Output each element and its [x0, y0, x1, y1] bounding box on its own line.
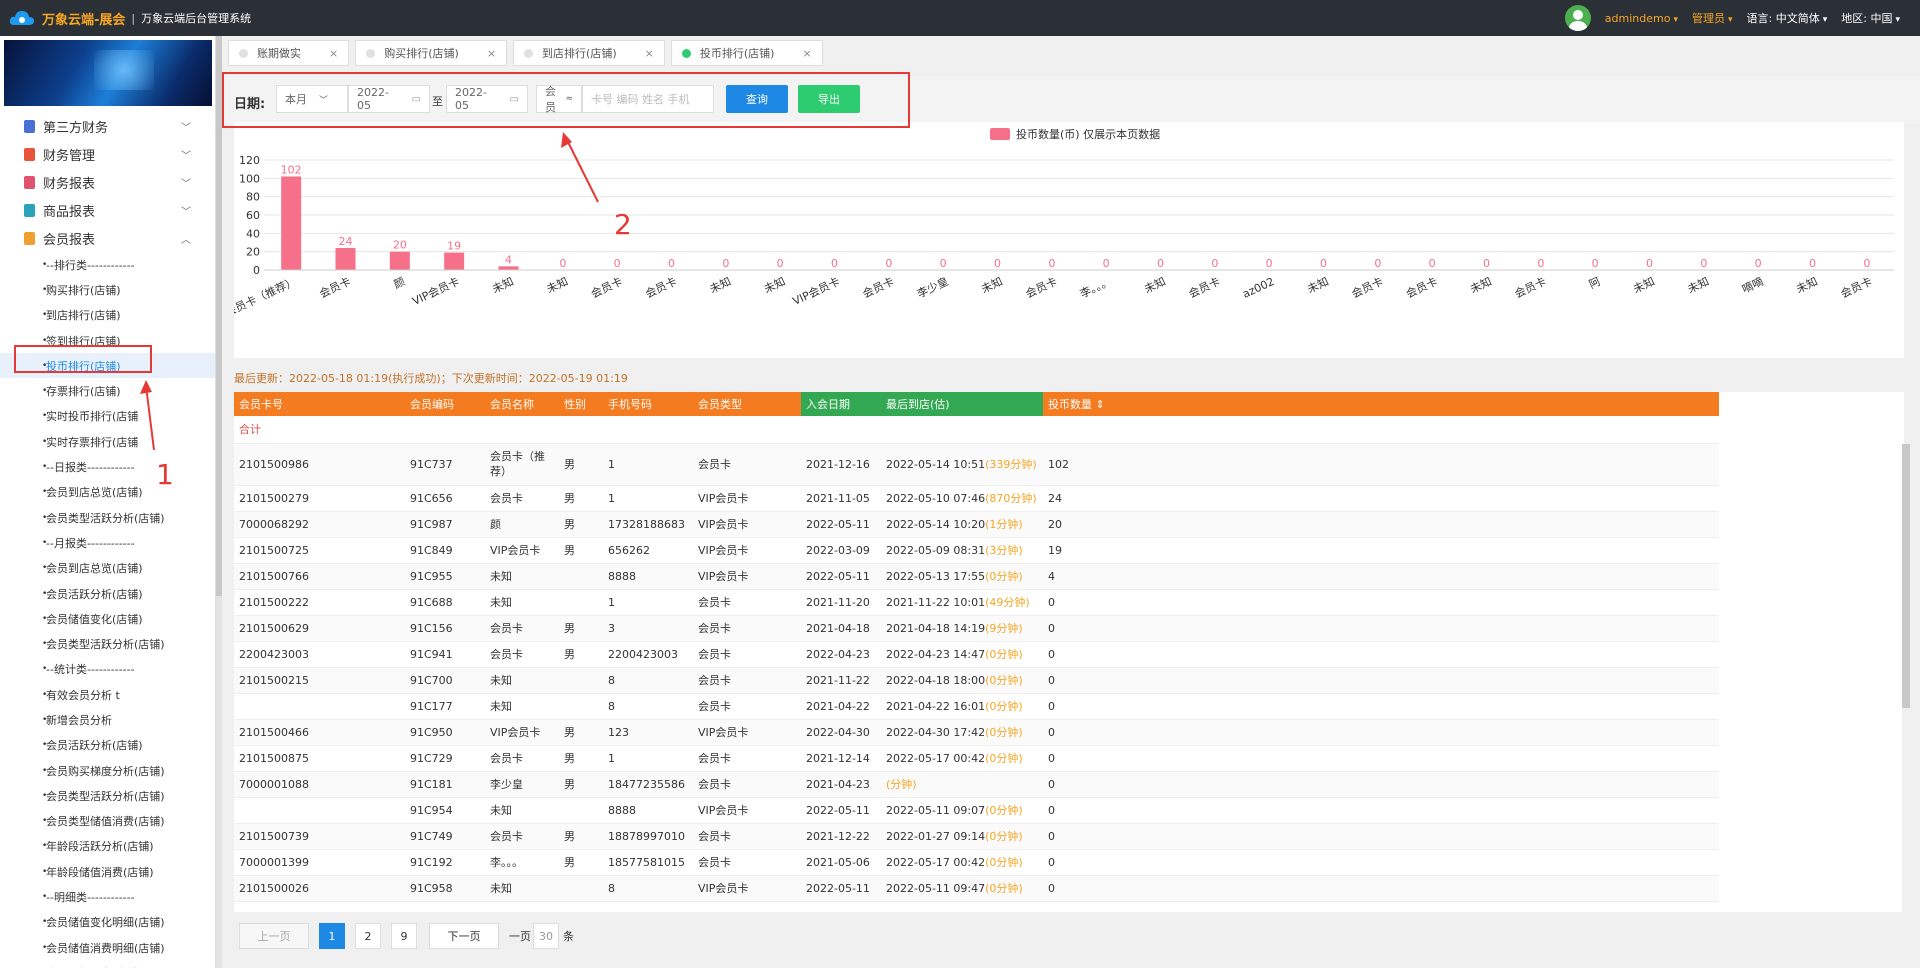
annotation-number-1: 1 — [156, 458, 174, 491]
annotation-arrows — [140, 132, 599, 451]
annotation-number-2: 2 — [614, 208, 632, 241]
